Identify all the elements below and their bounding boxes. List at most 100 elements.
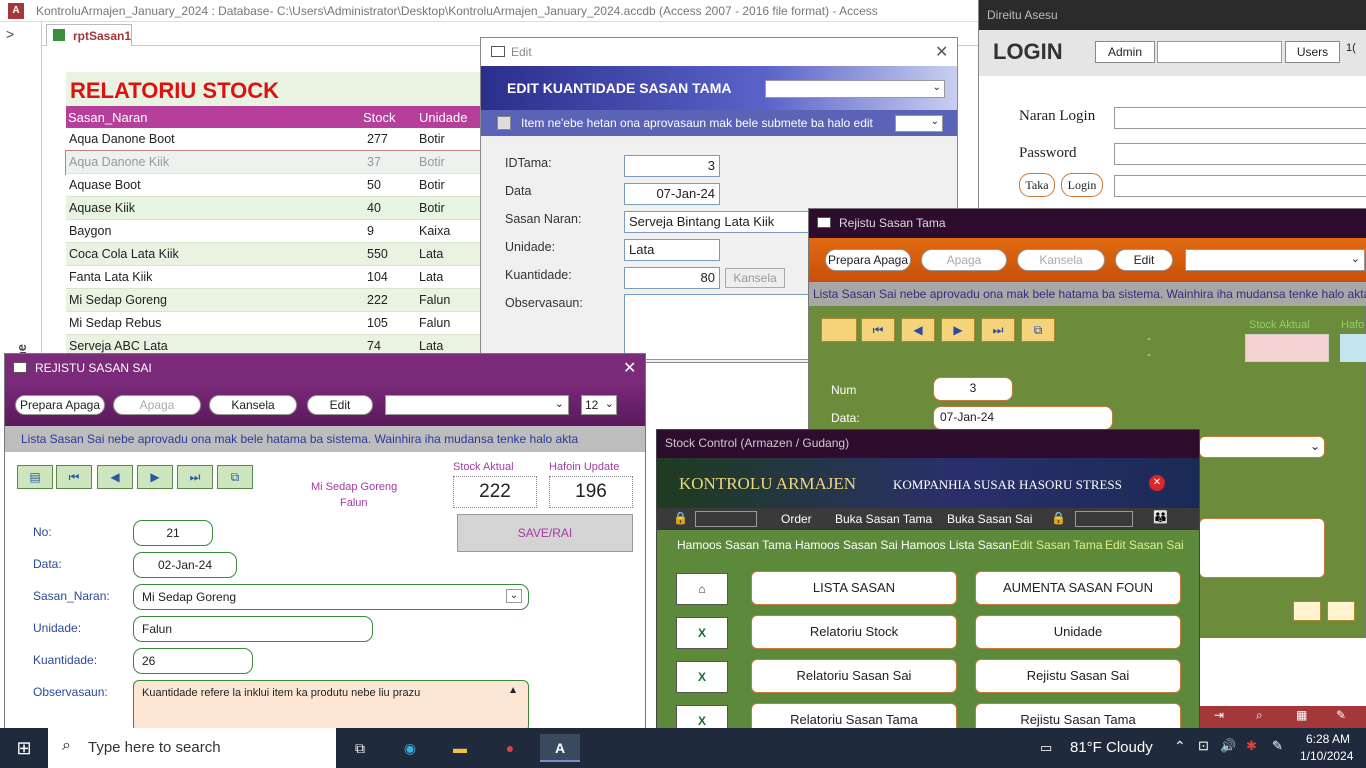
taka-button[interactable]: Taka [1019, 173, 1055, 197]
relatoriu-sasan-sai-button[interactable]: Relatoriu Sasan Sai [751, 659, 957, 693]
volume-icon[interactable]: 🔊 [1220, 738, 1236, 754]
kuantidade-input[interactable]: 26 [133, 648, 253, 674]
previous-record-icon[interactable]: ◀ [901, 318, 935, 342]
excel-icon[interactable]: X [676, 617, 728, 649]
clock-time[interactable]: 6:28 AM [1306, 732, 1350, 746]
apaga-button[interactable]: Apaga [921, 249, 1007, 271]
user-select-field[interactable] [1157, 41, 1282, 63]
sasan-naran-input[interactable]: Serveja Bintang Lata Kiik [624, 211, 814, 233]
new-record-icon[interactable] [821, 318, 857, 342]
copy-record-icon[interactable]: ⧉ [217, 465, 253, 489]
lock-icon[interactable]: 🔒 [1051, 511, 1066, 525]
edit-combo[interactable]: ⌄ [765, 80, 945, 98]
relatoriu-stock-button[interactable]: Relatoriu Stock [751, 615, 957, 649]
file-explorer-icon[interactable]: ▬ [446, 734, 474, 762]
last-record-icon[interactable]: ⏭ [177, 465, 213, 489]
chevron-right-icon[interactable]: > [6, 26, 14, 42]
scroll-up-icon[interactable]: ▲ [508, 685, 518, 696]
chevron-down-icon[interactable]: ⌄ [506, 589, 522, 603]
apaga-button[interactable]: Apaga [113, 395, 201, 415]
kansela-button[interactable]: Kansela [209, 395, 297, 415]
kansela-button[interactable]: Kansela [725, 268, 785, 288]
edit-button[interactable]: Edit [307, 395, 373, 415]
layout-view-icon[interactable]: ▦ [1296, 708, 1307, 722]
close-icon[interactable]: ✕ [935, 42, 948, 62]
weather-icon[interactable]: ▭ [1040, 740, 1052, 756]
taskbar-search[interactable]: ⌕ Type here to search [48, 728, 336, 768]
close-icon[interactable]: ✕ [623, 358, 636, 378]
chevron-up-icon[interactable]: ⌃ [1174, 738, 1186, 755]
first-record-icon[interactable]: ⏮ [861, 318, 895, 342]
report-icon[interactable] [1293, 601, 1321, 621]
clock-date[interactable]: 1/10/2024 [1300, 749, 1353, 763]
tama-observasaun-input[interactable] [1199, 518, 1325, 578]
form-view-icon[interactable]: ⇥ [1214, 708, 1224, 722]
next-record-icon[interactable]: ▶ [941, 318, 975, 342]
menu-input[interactable] [1075, 511, 1133, 527]
data-input[interactable]: 07-Jan-24 [933, 406, 1113, 430]
menu-order[interactable]: Order [781, 512, 812, 526]
tab-hamoos-lista-sasan[interactable]: Hamoos Lista Sasan [901, 538, 1012, 552]
unidade-input[interactable]: Falun [133, 616, 373, 642]
tab-edit-sasan-sai[interactable]: Edit Sasan Sai [1105, 538, 1184, 552]
new-record-icon[interactable]: ▤ [17, 465, 53, 489]
sai-combo[interactable]: ⌄ [385, 395, 569, 415]
tab-edit-sasan-tama[interactable]: Edit Sasan Tama [1012, 538, 1103, 552]
people-icon[interactable]: 👪 [1153, 510, 1168, 524]
edit-button[interactable]: Edit [1115, 249, 1173, 271]
login-combo[interactable] [1114, 175, 1366, 197]
close-icon[interactable]: ✕ [1149, 475, 1165, 491]
chrome-icon[interactable]: ● [496, 734, 524, 762]
task-view-icon[interactable]: ⧉ [346, 734, 374, 762]
data-input[interactable]: 02-Jan-24 [133, 552, 237, 578]
aumenta-sasan-foun-button[interactable]: AUMENTA SASAN FOUN [975, 571, 1181, 605]
home-icon[interactable]: ⌂ [676, 573, 728, 605]
tab-hamoos-sasan-tama[interactable]: Hamoos Sasan Tama [677, 538, 792, 552]
sasan-naran-select[interactable]: Mi Sedap Goreng ⌄ [133, 584, 529, 610]
weather-text[interactable]: 81°F Cloudy [1070, 739, 1153, 756]
tama-naran-combo[interactable]: ⌄ [1199, 436, 1325, 458]
next-record-icon[interactable]: ▶ [137, 465, 173, 489]
prepara-apaga-button[interactable]: Prepara Apaga [825, 249, 911, 271]
unidade-button[interactable]: Unidade [975, 615, 1181, 649]
admin-button[interactable]: Admin [1095, 41, 1155, 63]
menu-buka-sasan-tama[interactable]: Buka Sasan Tama [835, 512, 932, 526]
windows-start-icon[interactable]: ⊞ [10, 734, 38, 762]
observasaun-input[interactable]: Kuantidade refere la inklui item ka prod… [133, 680, 529, 732]
pen-icon[interactable]: ✎ [1272, 738, 1283, 754]
kuantidade-input[interactable]: 80 [624, 267, 720, 289]
first-record-icon[interactable]: ⏮ [56, 465, 92, 489]
access-taskbar-icon[interactable]: A [540, 734, 580, 762]
report-icon[interactable] [1327, 601, 1355, 621]
observasaun-input[interactable] [624, 294, 814, 360]
kansela-button[interactable]: Kansela [1017, 249, 1105, 271]
network-icon[interactable]: ⊡ [1198, 738, 1209, 754]
password-input[interactable] [1114, 143, 1366, 165]
notification-app-icon[interactable]: ✱ [1246, 738, 1257, 754]
previous-record-icon[interactable]: ◀ [97, 465, 133, 489]
excel-icon[interactable]: X [676, 661, 728, 693]
copy-record-icon[interactable]: ⧉ [1021, 318, 1055, 342]
edit-note-combo[interactable]: ⌄ [895, 115, 943, 132]
edge-icon[interactable]: ◉ [396, 734, 424, 762]
users-button[interactable]: Users [1285, 41, 1340, 63]
data-input[interactable]: 07-Jan-24 [624, 183, 720, 205]
tab-hamoos-sasan-sai[interactable]: Hamoos Sasan Sai [795, 538, 898, 552]
last-record-icon[interactable]: ⏭ [981, 318, 1015, 342]
rejistu-sasan-sai-button[interactable]: Rejistu Sasan Sai [975, 659, 1181, 693]
unidade-input[interactable]: Lata [624, 239, 720, 261]
login-button[interactable]: Login [1061, 173, 1103, 197]
print-preview-icon[interactable]: ⌕ [1256, 708, 1263, 723]
menu-buka-sasan-sai[interactable]: Buka Sasan Sai [947, 512, 1032, 526]
page-size-select[interactable]: 12 ⌄ [581, 395, 617, 415]
num-input[interactable]: 3 [933, 377, 1013, 401]
lista-sasan-button[interactable]: LISTA SASAN [751, 571, 957, 605]
no-input[interactable]: 21 [133, 520, 213, 546]
naran-login-input[interactable] [1114, 107, 1366, 129]
design-view-icon[interactable]: ✎ [1336, 708, 1346, 722]
tab-rptsasan1[interactable]: rptSasan1 [46, 24, 132, 46]
menu-input[interactable] [695, 511, 757, 527]
tama-combo[interactable]: ⌄ [1185, 249, 1365, 271]
prepara-apaga-button[interactable]: Prepara Apaga [15, 395, 105, 415]
lock-icon[interactable]: 🔒 [673, 511, 688, 525]
